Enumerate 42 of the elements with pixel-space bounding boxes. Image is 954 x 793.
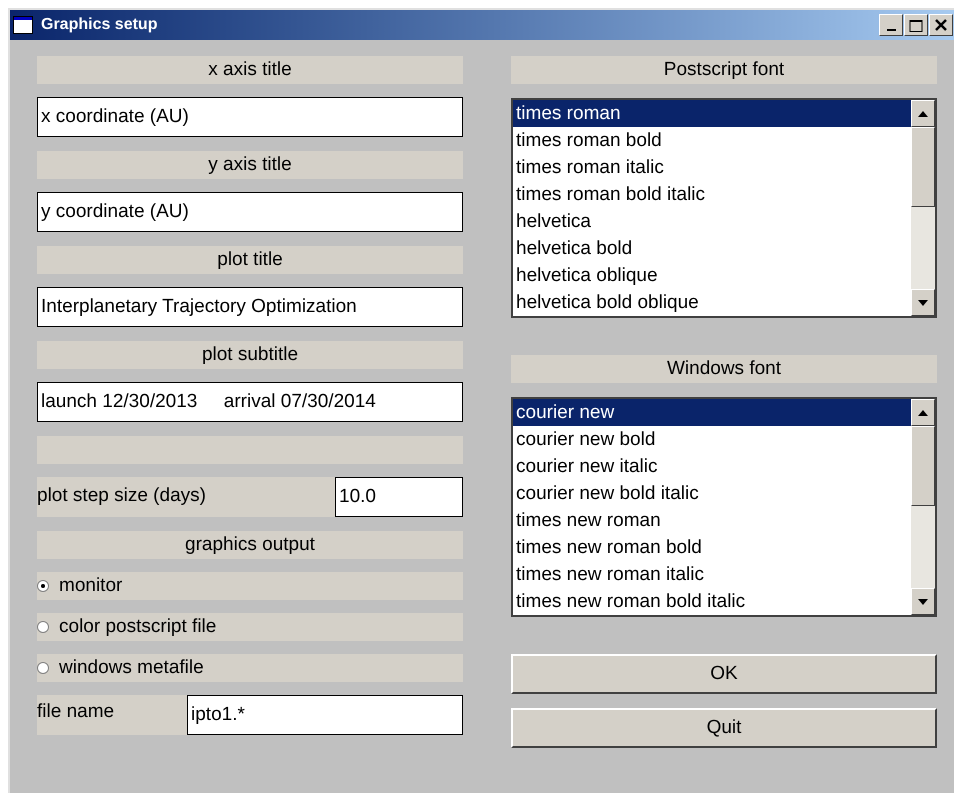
scroll-thumb[interactable] [911,127,935,207]
scroll-down-button[interactable] [911,289,935,316]
list-item[interactable]: courier new [513,399,911,426]
file-name-label: file name [37,695,187,735]
window-title: Graphics setup [41,15,158,35]
up-arrow-icon [918,410,928,416]
maximize-button[interactable] [904,14,928,36]
text-field[interactable]: Interplanetary Trajectory Optimization [37,287,463,327]
label-bar: x axis title [37,56,463,84]
down-arrow-icon [918,300,928,306]
list-item[interactable]: times roman [513,100,911,127]
maximize-icon [909,18,923,32]
radio-option[interactable]: monitor [37,572,463,600]
text-field[interactable]: y coordinate (AU) [37,192,463,232]
window-icon [13,16,33,34]
label-bar: plot subtitle [37,341,463,369]
scroll-thumb[interactable] [911,426,935,506]
minimize-button[interactable] [879,14,903,36]
text-field[interactable]: x coordinate (AU) [37,97,463,137]
text-field[interactable]: launch 12/30/2013 arrival 07/30/2014 [37,382,463,422]
scroll-up-button[interactable] [911,100,935,127]
label-bar: plot title [37,246,463,274]
dialog-button[interactable]: Quit [511,708,937,748]
minimize-icon [886,29,896,31]
label-bar: Windows font [511,355,937,383]
scroll-up-button[interactable] [911,399,935,426]
radio-option[interactable]: windows metafile [37,654,463,682]
text-field[interactable]: ipto1.* [187,695,463,735]
text-field[interactable]: 10.0 [335,477,463,517]
scrollbar[interactable] [911,100,935,316]
label-bar: graphics output [37,531,463,559]
radio-option[interactable]: color postscript file [37,613,463,641]
down-arrow-icon [918,598,928,604]
dialog-button[interactable]: OK [511,654,937,694]
step-size-label: plot step size (days) [37,477,335,517]
scrollbar[interactable] [911,399,935,615]
label-bar: y axis title [37,151,463,179]
scroll-down-button[interactable] [911,588,935,615]
up-arrow-icon [918,110,928,116]
close-icon [935,19,947,31]
close-button[interactable] [929,14,953,36]
label-bar: Postscript font [511,56,937,84]
